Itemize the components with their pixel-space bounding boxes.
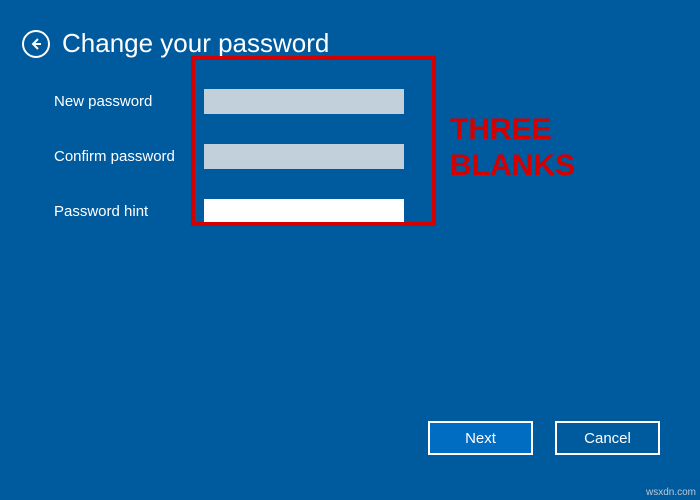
password-hint-input[interactable] (204, 199, 404, 224)
back-arrow-icon (29, 37, 43, 51)
next-button[interactable]: Next (428, 421, 533, 455)
cancel-button[interactable]: Cancel (555, 421, 660, 455)
back-button[interactable] (22, 30, 50, 58)
next-button-label: Next (465, 430, 496, 447)
new-password-input[interactable] (204, 89, 404, 114)
page-title: Change your password (62, 28, 329, 59)
cancel-button-label: Cancel (584, 430, 631, 447)
password-form: New password Confirm password Password h… (54, 89, 700, 224)
confirm-password-label: Confirm password (54, 148, 204, 165)
confirm-password-input[interactable] (204, 144, 404, 169)
new-password-label: New password (54, 93, 204, 110)
annotation-text: THREE BLANKS (450, 112, 575, 184)
password-hint-label: Password hint (54, 203, 204, 220)
watermark-text: wsxdn.com (646, 487, 696, 498)
